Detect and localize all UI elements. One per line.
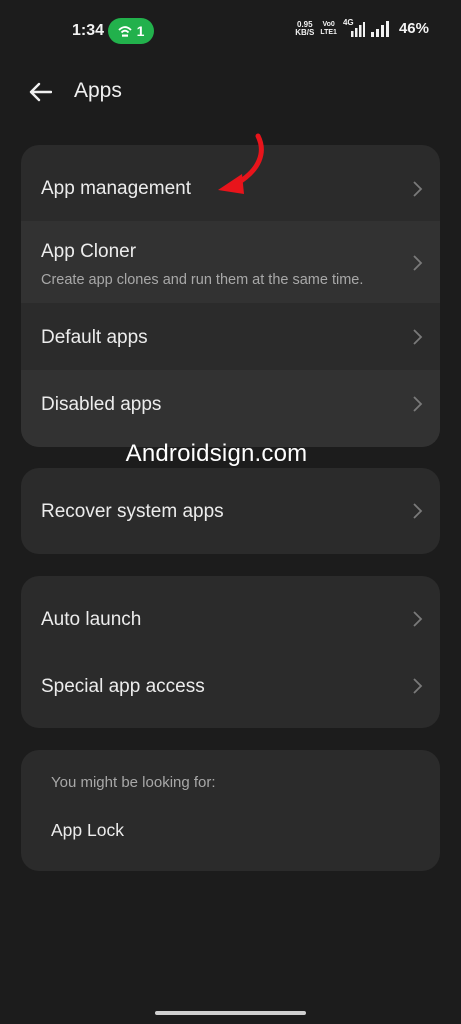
chevron-right-icon [413, 503, 423, 519]
recover-group: Recover system apps [21, 468, 440, 554]
auto-launch-label: Auto launch [41, 609, 142, 630]
back-button[interactable] [26, 78, 54, 106]
suggestion-heading: You might be looking for: [51, 774, 216, 791]
network-speed: 0.95 KB/S [295, 19, 315, 37]
disabled-apps-label: Disabled apps [41, 394, 162, 415]
suggestions-group: You might be looking for: App Lock [21, 750, 440, 871]
app-cloner-label: App Cloner [41, 241, 137, 262]
recover-system-apps-item[interactable]: Recover system apps [21, 468, 440, 554]
page-title: Apps [74, 79, 122, 102]
app-cloner-description: Create app clones and run them at the sa… [41, 272, 364, 288]
watermark-text: Androidsign.com [125, 440, 308, 467]
chevron-right-icon [413, 396, 423, 412]
app-cloner-item[interactable]: App Cloner Create app clones and run the… [21, 221, 440, 303]
hotspot-badge: 1 [108, 18, 154, 44]
special-app-access-item[interactable]: Special app access [21, 652, 440, 728]
hotspot-icon [117, 26, 132, 37]
hotspot-count: 1 [136, 23, 145, 39]
home-indicator[interactable] [155, 1011, 306, 1015]
signal-4g-icon: 4G [343, 18, 365, 37]
chevron-right-icon [413, 329, 423, 345]
signal-icon [370, 20, 389, 37]
back-arrow-icon [29, 82, 52, 102]
launch-group: Auto launch Special app access [21, 576, 440, 728]
annotation-arrow-icon [218, 133, 264, 194]
default-apps-item[interactable]: Default apps [21, 303, 440, 370]
chevron-right-icon [413, 255, 423, 271]
chevron-right-icon [413, 678, 423, 694]
status-time: 1:34 [72, 22, 105, 39]
app-lock-link[interactable]: App Lock [51, 820, 124, 841]
recover-system-apps-label: Recover system apps [41, 501, 224, 522]
volte-indicator: Vo0 LTE1 [320, 20, 337, 36]
app-management-label: App management [41, 178, 191, 199]
app-bar: Apps [0, 62, 461, 122]
status-bar: 1:34 1 0.95 KB/S Vo0 LTE1 4G 46% [0, 0, 461, 62]
auto-launch-item[interactable]: Auto launch [21, 576, 440, 652]
chevron-right-icon [413, 181, 423, 197]
default-apps-label: Default apps [41, 327, 148, 348]
chevron-right-icon [413, 611, 423, 627]
battery-level: 46% [398, 20, 429, 37]
disabled-apps-item[interactable]: Disabled apps [21, 370, 440, 447]
special-app-access-label: Special app access [41, 676, 205, 697]
